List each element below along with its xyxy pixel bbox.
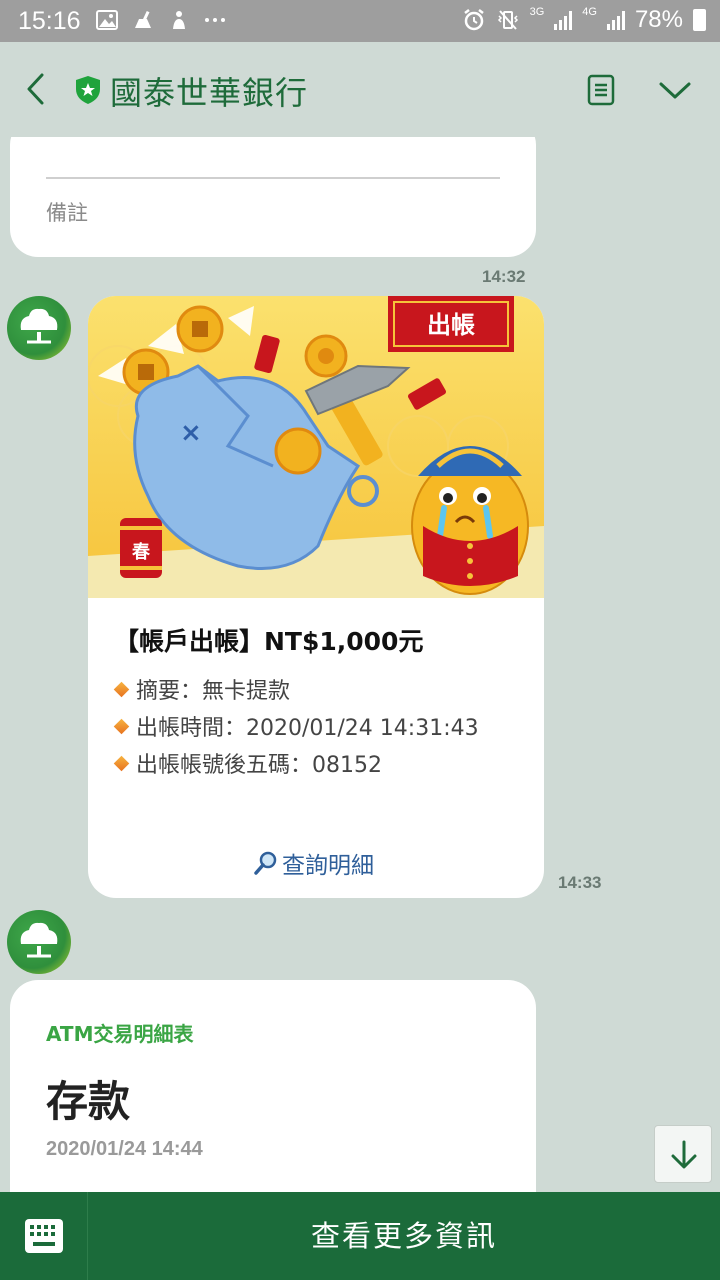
battery-percent: 78% (634, 6, 683, 33)
query-details-link[interactable]: 查詢明細 (254, 846, 374, 880)
back-button[interactable] (22, 72, 52, 106)
shield-star-icon (76, 76, 100, 104)
account-suffix-text: 出帳帳號後五碼：08152 (136, 753, 382, 778)
message-time: 14:33 (558, 873, 602, 892)
alarm-icon (463, 9, 484, 31)
atm-title: 存款 (46, 1077, 131, 1126)
signal-icon (554, 10, 573, 30)
divider (46, 177, 500, 179)
atm-subtitle: ATM交易明細表 (46, 1022, 194, 1046)
atm-time: 2020/01/24 14:44 (46, 1138, 203, 1160)
withdrawal-time-text: 出帳時間：2020/01/24 14:31:43 (136, 716, 479, 741)
transaction-title: 【帳戶出帳】NT$1,000元 (114, 627, 424, 656)
chevron-down-button[interactable] (658, 78, 692, 102)
withdrawal-message-card[interactable]: 出帳 × 春 【帳戶出帳】NT$1,000元 摘要：無卡提款 出帳時間：2020… (88, 296, 544, 898)
banner-tag: 出帳 (427, 311, 475, 339)
query-details-label: 查詢明細 (282, 853, 374, 879)
more-info-button[interactable]: 查看更多資訊 (88, 1192, 720, 1280)
account-suffix-line: 出帳帳號後五碼：08152 (113, 747, 382, 779)
arrow-down-icon (671, 1140, 697, 1169)
status-bar: 15:16 3G 4G 78% (0, 0, 720, 42)
remark-label: 備註 (46, 201, 88, 225)
message-time: 14:32 (482, 267, 526, 286)
signal-icon (606, 10, 625, 30)
tree-logo-icon (20, 308, 58, 344)
note-button[interactable] (586, 74, 616, 106)
battery-icon (693, 9, 706, 31)
more-icon (205, 18, 225, 22)
magnifier-icon (254, 851, 277, 875)
diamond-bullet-icon (113, 718, 130, 734)
scroll-to-bottom-button[interactable] (654, 1125, 712, 1183)
summary-text: 摘要：無卡提款 (136, 679, 291, 704)
summary-line: 摘要：無卡提款 (113, 673, 291, 705)
previous-message-card: 備註 (10, 137, 536, 257)
firecracker-char: 春 (132, 541, 151, 563)
image-icon (96, 10, 118, 30)
withdrawal-banner-illustration: 出帳 × 春 (88, 296, 544, 598)
network-4g: 4G (582, 6, 597, 18)
network-3g: 3G (529, 6, 545, 18)
keyboard-icon (25, 1219, 63, 1253)
bank-avatar[interactable] (7, 296, 71, 360)
chat-area[interactable]: 備註 14:32 出帳 × 春 【帳戶出帳】NT$1,000元 摘要：無卡提款 … (0, 137, 720, 1192)
broom-icon (135, 10, 151, 28)
bottom-bar: 查看更多資訊 (0, 1192, 720, 1280)
status-time: 15:16 (18, 7, 81, 35)
svg-text:×: × (180, 418, 202, 448)
chat-title: 國泰世華銀行 (110, 74, 309, 112)
diamond-bullet-icon (113, 755, 130, 771)
figure-icon (173, 11, 185, 29)
withdrawal-time-line: 出帳時間：2020/01/24 14:31:43 (113, 710, 479, 742)
keyboard-button[interactable] (0, 1192, 88, 1280)
chat-header: 國泰世華銀行 (0, 42, 720, 137)
bank-avatar[interactable] (7, 910, 71, 974)
atm-message-card[interactable]: ATM交易明細表 存款 2020/01/24 14:44 (10, 980, 536, 1192)
tree-logo-icon (20, 922, 58, 958)
diamond-bullet-icon (113, 681, 130, 697)
vibrate-mute-icon (497, 10, 518, 30)
